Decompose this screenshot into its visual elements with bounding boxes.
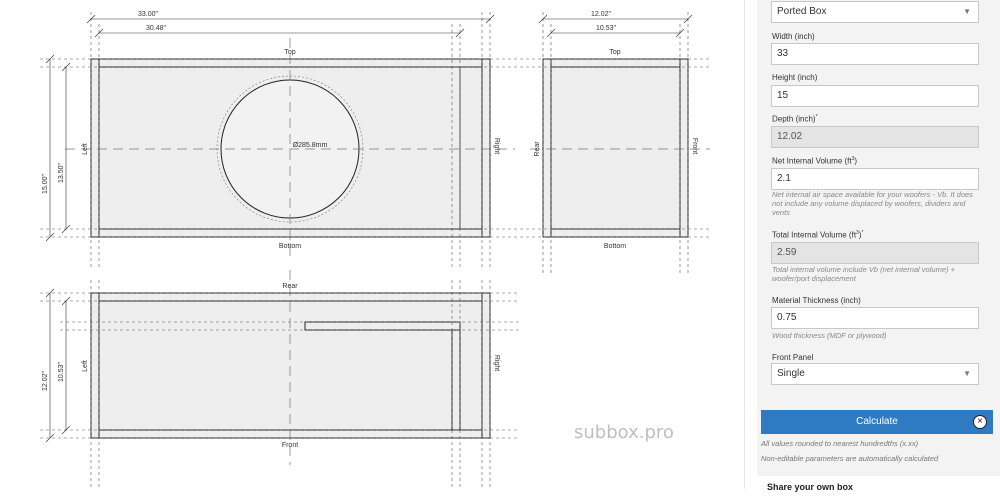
- width-label: Width (inch): [772, 32, 815, 41]
- net-volume-help: Net internal air space available for you…: [772, 190, 973, 217]
- side-rear-label: Rear: [534, 141, 541, 157]
- box-drawing-svg: .body{fill:#eeeeee;stroke:#222;stroke-wi…: [40, 11, 712, 489]
- watermark: subbox.pro: [574, 422, 674, 443]
- front-width-outer: 33.00": [138, 11, 159, 18]
- front-top-label: Top: [284, 49, 295, 56]
- chevron-down-icon: ▼: [963, 369, 971, 378]
- front-panel-value: Single: [777, 368, 805, 379]
- net-volume-input[interactable]: 2.1: [771, 168, 979, 190]
- box-type-select[interactable]: Ported Box ▼: [771, 1, 979, 23]
- side-view: 12.02" 10.53" Top Bottom Rear Front: [520, 11, 712, 275]
- top-front-label: Front: [282, 442, 298, 449]
- top-right-label: Right: [493, 355, 500, 371]
- side-front-label: Front: [691, 138, 698, 154]
- front-left-label: Left: [82, 143, 89, 155]
- side-depth-inner: 10.53": [596, 25, 617, 32]
- front-right-label: Right: [493, 138, 500, 154]
- non-editable-note: Non-editable parameters are automaticall…: [761, 454, 939, 463]
- top-depth-inner: 10.53": [58, 361, 65, 382]
- side-bottom-label: Bottom: [604, 243, 626, 250]
- front-width-inner: 30.48": [146, 25, 167, 32]
- front-view: 33.00" 30.48" Top Bottom Left Right 15.0…: [40, 11, 520, 270]
- share-title: Share your own box: [767, 482, 854, 492]
- thickness-input[interactable]: 0.75: [771, 307, 979, 329]
- height-input[interactable]: 15: [771, 85, 979, 107]
- box-type-value: Ported Box: [777, 6, 827, 17]
- calculate-button[interactable]: Calculate ×: [761, 410, 993, 434]
- depth-input: 12.02: [771, 126, 979, 148]
- box-drawing-area: .body{fill:#eeeeee;stroke:#222;stroke-wi…: [0, 0, 745, 489]
- total-volume-help: Total internal volume include Vb (net in…: [772, 265, 955, 283]
- depth-label: Depth (inch)*: [772, 114, 818, 124]
- top-rear-label: Rear: [282, 283, 298, 290]
- height-label: Height (inch): [772, 73, 818, 82]
- front-height-outer: 15.00": [42, 173, 49, 194]
- front-panel-label: Front Panel: [772, 353, 814, 362]
- front-panel-select[interactable]: Single ▼: [771, 363, 979, 385]
- share-section: Share your own box: [757, 476, 1000, 496]
- side-top-label: Top: [609, 49, 620, 56]
- calculate-label: Calculate: [856, 416, 898, 427]
- side-depth-outer: 12.02": [591, 11, 612, 18]
- net-volume-label: Net Internal Volume (ft3): [772, 156, 858, 166]
- chevron-down-icon: ▼: [963, 7, 971, 16]
- thickness-help: Wood thickness (MDF or plywood): [772, 331, 887, 340]
- top-left-label: Left: [82, 360, 89, 372]
- close-circle-icon[interactable]: ×: [973, 415, 987, 429]
- rounding-note: All values rounded to nearest hundredths…: [761, 439, 919, 448]
- settings-panel: Ported Box ▼ Width (inch) 33 Height (inc…: [757, 0, 1000, 496]
- total-volume-input: 2.59: [771, 242, 979, 264]
- total-volume-label: Total Internal Volume (ft3)*: [772, 230, 864, 240]
- cutout-diameter: Ø285.8mm: [293, 142, 328, 149]
- top-depth-outer: 12.02": [42, 370, 49, 391]
- width-input[interactable]: 33: [771, 43, 979, 65]
- front-bottom-label: Bottom: [279, 243, 301, 250]
- thickness-label: Material Thickness (inch): [772, 296, 861, 305]
- front-height-inner: 13.50": [58, 162, 65, 183]
- top-view: Rear Front Left Right 12.02" 10.53": [40, 270, 520, 489]
